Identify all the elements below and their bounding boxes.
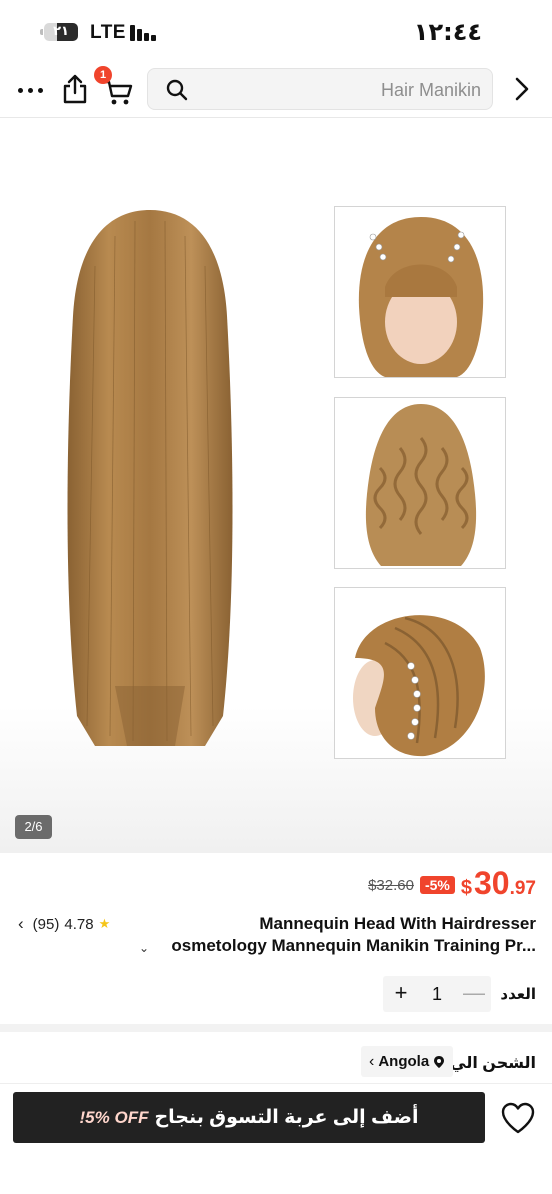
status-bar: ٢١ LTE ١٢:٤٤ <box>0 0 552 62</box>
product-title-line2: osmetology Mannequin Manikin Training Pr… <box>171 936 536 955</box>
product-image-gallery[interactable]: 2/6 <box>0 118 552 853</box>
price-decimal: .97 <box>509 878 536 899</box>
location-pin-icon <box>434 1055 445 1068</box>
search-input[interactable]: Hair Manikin <box>147 68 493 110</box>
app-bar: 1 Hair Manikin <box>0 62 552 118</box>
add-to-cart-label: أضف إلى عربة التسوق بنجاح <box>154 1107 419 1128</box>
search-text: Hair Manikin <box>380 80 481 100</box>
shipping-location: Angola <box>378 1053 430 1070</box>
rating-score: 4.78 <box>64 915 94 933</box>
price-row: $ 30 .97 -5% $32.60 <box>368 865 536 902</box>
rating-summary[interactable]: ‹ (95) 4.78 ★ <box>18 914 110 934</box>
chevron-down-icon[interactable]: ⌄ <box>139 941 149 955</box>
original-price: $32.60 <box>368 877 414 894</box>
share-icon[interactable] <box>62 74 88 104</box>
more-horizontal-icon[interactable] <box>18 80 46 100</box>
battery-level: ٢١ <box>53 24 69 39</box>
battery-icon: ٢١ <box>40 23 82 41</box>
product-title-line1: Mannequin Head With Hairdresser <box>259 914 536 933</box>
price-integer: 30 <box>473 865 510 901</box>
heart-icon[interactable] <box>500 1101 536 1135</box>
quantity-decrease-button[interactable]: — <box>463 980 485 1006</box>
thumbnail-curly-hair[interactable] <box>334 397 506 569</box>
search-icon <box>166 79 188 101</box>
promo-label: !5% OFF <box>79 1107 149 1127</box>
network-type: LTE <box>90 22 126 43</box>
chevron-left-icon: ‹ <box>18 914 24 933</box>
quantity-stepper: + 1 — <box>383 976 491 1012</box>
signal-icon <box>130 25 156 41</box>
shipping-label: الشحن الي <box>450 1055 536 1072</box>
add-to-cart-button[interactable]: !5% OFF أضف إلى عربة التسوق بنجاح <box>13 1092 485 1143</box>
quantity-label: العدد <box>500 986 536 1003</box>
cart-badge: 1 <box>94 66 112 84</box>
section-divider <box>0 1024 552 1032</box>
image-counter: 2/6 <box>15 815 52 839</box>
rating-count: (95) <box>32 915 60 933</box>
main-product-image <box>67 210 233 746</box>
quantity-value: 1 <box>431 984 442 1004</box>
chevron-left-icon: ‹ <box>369 1052 375 1070</box>
chevron-right-icon[interactable] <box>512 76 532 102</box>
thumbnail-top-view[interactable] <box>334 206 506 378</box>
discount-badge: -5% <box>419 876 455 894</box>
quantity-increase-button[interactable]: + <box>391 980 411 1006</box>
price-currency: $ <box>460 877 472 899</box>
clock: ١٢:٤٤ <box>413 18 482 46</box>
current-price: $ 30 .97 <box>461 865 536 902</box>
shipping-location-selector[interactable]: ‹ Angola <box>361 1046 454 1077</box>
thumbnail-braided-updo[interactable] <box>334 587 506 759</box>
bottom-action-bar: !5% OFF أضف إلى عربة التسوق بنجاح <box>0 1083 552 1194</box>
star-icon: ★ <box>98 916 111 931</box>
